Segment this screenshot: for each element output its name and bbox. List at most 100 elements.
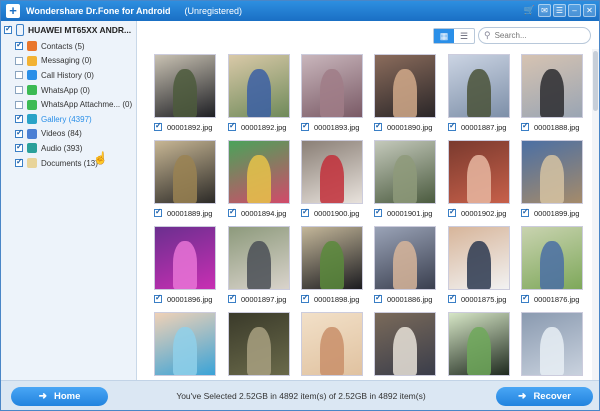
sidebar-item-checkbox[interactable] [15, 100, 23, 109]
gallery-thumbnail[interactable]: 00001900.jpg [301, 140, 365, 220]
gallery-thumbnail[interactable]: 00001896.jpg [154, 226, 218, 306]
thumbnail-image[interactable] [154, 312, 216, 376]
sidebar-item-contacts[interactable]: Contacts (5) [1, 39, 136, 54]
thumbnail-checkbox[interactable] [154, 293, 162, 303]
thumbnail-image[interactable] [448, 54, 510, 118]
file-name: 00001892.jpg [167, 122, 213, 132]
minimize-icon[interactable]: – [568, 4, 581, 17]
thumbnail-checkbox[interactable] [228, 293, 236, 303]
thumbnail-checkbox[interactable] [301, 207, 309, 217]
gallery-thumbnail[interactable]: 00001899.jpg [521, 140, 585, 220]
thumbnail-image[interactable] [228, 54, 290, 118]
sidebar-item-checkbox[interactable] [15, 71, 23, 80]
gallery-thumbnail[interactable]: 00001901.jpg [374, 140, 438, 220]
thumbnail-image[interactable] [228, 226, 290, 290]
thumbnail-checkbox[interactable] [448, 293, 456, 303]
thumbnail-image[interactable] [448, 312, 510, 376]
sidebar-item-audio[interactable]: Audio (393) [1, 141, 136, 156]
thumbnail-checkbox[interactable] [154, 207, 162, 217]
gallery-thumbnail[interactable]: 00001875.jpg [448, 226, 512, 306]
thumbnail-image[interactable] [228, 140, 290, 204]
thumbnail-checkbox[interactable] [228, 207, 236, 217]
thumbnail-image[interactable] [301, 226, 363, 290]
thumbnail-image[interactable] [521, 312, 583, 376]
thumbnail-caption: 00001894.jpg [228, 207, 292, 218]
feedback-icon[interactable]: ✉ [538, 4, 551, 17]
gallery-thumbnail[interactable] [228, 312, 292, 380]
thumbnail-image[interactable] [374, 312, 436, 376]
thumbnail-checkbox[interactable] [521, 121, 529, 131]
gallery-thumbnail[interactable]: 00001902.jpg [448, 140, 512, 220]
thumbnail-image[interactable] [154, 54, 216, 118]
cart-icon[interactable]: 🛒 [523, 4, 536, 17]
thumbnail-image[interactable] [374, 140, 436, 204]
thumbnail-image[interactable] [154, 140, 216, 204]
device-checkbox[interactable] [4, 24, 12, 34]
thumbnail-image[interactable] [448, 140, 510, 204]
thumbnail-image[interactable] [301, 140, 363, 204]
sidebar-item-call-history[interactable]: Call History (0) [1, 68, 136, 83]
gallery-thumbnail[interactable]: 00001893.jpg [301, 54, 365, 134]
gallery-thumbnail[interactable]: 00001888.jpg [521, 54, 585, 134]
sidebar-item-whatsapp[interactable]: WhatsApp (0) [1, 83, 136, 98]
gallery-scrollbar[interactable] [592, 49, 599, 380]
thumbnail-checkbox[interactable] [228, 121, 236, 131]
thumbnail-image[interactable] [521, 140, 583, 204]
thumbnail-image[interactable] [448, 226, 510, 290]
close-icon[interactable]: ✕ [583, 4, 596, 17]
thumbnail-checkbox[interactable] [154, 121, 162, 131]
sidebar-item-checkbox[interactable] [15, 56, 23, 65]
sidebar-item-messaging[interactable]: Messaging (0) [1, 54, 136, 69]
gallery-thumbnail[interactable]: 00001897.jpg [228, 226, 292, 306]
gallery-thumbnail[interactable]: 00001876.jpg [521, 226, 585, 306]
thumbnail-checkbox[interactable] [448, 121, 456, 131]
gallery-thumbnail[interactable]: 00001898.jpg [301, 226, 365, 306]
gallery-thumbnail[interactable]: 00001892.jpg [154, 54, 218, 134]
recover-button[interactable]: ➜ Recover [496, 387, 593, 406]
sidebar-item-checkbox[interactable] [15, 40, 23, 51]
sidebar-item-gallery[interactable]: Gallery (4397) [1, 112, 136, 127]
scrollbar-thumb[interactable] [593, 51, 598, 111]
device-row[interactable]: HUAWEI MT65XX ANDR... [1, 21, 136, 39]
thumbnail-image[interactable] [301, 312, 363, 376]
sidebar-item-videos[interactable]: Videos (84) [1, 127, 136, 142]
gallery-thumbnail[interactable]: 00001892.jpg [228, 54, 292, 134]
gallery-thumbnail[interactable] [154, 312, 218, 380]
sidebar-item-documents[interactable]: Documents (13) [1, 156, 136, 171]
thumbnail-image[interactable] [154, 226, 216, 290]
thumbnail-checkbox[interactable] [521, 207, 529, 217]
list-view-icon[interactable]: ☰ [454, 29, 474, 43]
home-button[interactable]: ➜ Home [11, 387, 108, 406]
menu-icon[interactable]: ☰ [553, 4, 566, 17]
thumbnail-image[interactable] [374, 226, 436, 290]
sidebar-item-whatsapp-attachment[interactable]: WhatsApp Attachme... (0) [1, 97, 136, 112]
gallery-thumbnail[interactable]: 00001886.jpg [374, 226, 438, 306]
gallery-thumbnail[interactable] [521, 312, 585, 380]
gallery-thumbnail[interactable]: 00001890.jpg [374, 54, 438, 134]
thumbnail-checkbox[interactable] [374, 121, 382, 131]
gallery-thumbnail[interactable]: 00001887.jpg [448, 54, 512, 134]
sidebar-item-checkbox[interactable] [15, 157, 23, 168]
gallery-thumbnail[interactable] [301, 312, 365, 380]
sidebar-item-checkbox[interactable] [15, 113, 23, 124]
gallery-thumbnail[interactable] [448, 312, 512, 380]
thumbnail-image[interactable] [228, 312, 290, 376]
thumbnail-checkbox[interactable] [374, 207, 382, 217]
sidebar-item-checkbox[interactable] [15, 86, 23, 95]
gallery-thumbnail[interactable]: 00001889.jpg [154, 140, 218, 220]
sidebar-item-checkbox[interactable] [15, 128, 23, 138]
thumbnail-checkbox[interactable] [301, 121, 309, 131]
thumbnail-checkbox[interactable] [448, 207, 456, 217]
thumbnail-image[interactable] [374, 54, 436, 118]
thumbnail-image[interactable] [521, 54, 583, 118]
thumbnail-image[interactable] [301, 54, 363, 118]
sidebar-item-checkbox[interactable] [15, 142, 23, 153]
thumbnail-checkbox[interactable] [374, 293, 382, 303]
grid-view-icon[interactable]: ▦ [434, 29, 454, 43]
gallery-thumbnail[interactable] [374, 312, 438, 380]
thumbnail-checkbox[interactable] [521, 293, 529, 303]
thumbnail-checkbox[interactable] [301, 293, 309, 303]
thumbnail-image[interactable] [521, 226, 583, 290]
gallery-thumbnail[interactable]: 00001894.jpg [228, 140, 292, 220]
search-input[interactable] [494, 31, 580, 40]
